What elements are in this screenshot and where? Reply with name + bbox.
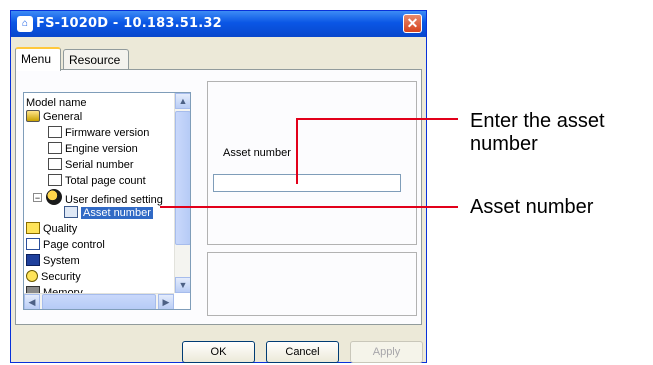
tree-item-security[interactable]: Security — [26, 269, 81, 285]
vertical-scrollbar[interactable]: ▲ ▼ — [174, 93, 190, 293]
tree-item-serial-number[interactable]: Serial number — [48, 157, 133, 173]
title-bar[interactable]: ⌂ FS-1020D - 10.183.51.32 ✕ — [11, 11, 426, 37]
scroll-up-button[interactable]: ▲ — [175, 93, 190, 109]
horizontal-scrollbar[interactable]: ◀ ▶ — [24, 293, 174, 309]
doc-icon — [48, 158, 62, 170]
vertical-scroll-thumb[interactable] — [175, 111, 190, 245]
asset-number-input[interactable] — [213, 174, 401, 192]
description-box — [207, 252, 417, 316]
tab-panel: Model name General Firmware version Engi… — [15, 69, 422, 325]
scroll-right-button[interactable]: ▶ — [158, 294, 174, 309]
ok-button[interactable]: OK — [182, 341, 255, 363]
tree-item-label: Firmware version — [65, 127, 150, 139]
security-icon — [26, 270, 38, 282]
tree-item-asset-number[interactable]: Asset number — [64, 205, 153, 221]
tree-item-label: Model name — [26, 97, 87, 109]
tree-item-label: General — [43, 111, 83, 123]
callout-leader-top — [296, 118, 458, 120]
tree-item-total-page-count[interactable]: Total page count — [48, 173, 146, 189]
tree-item-firmware-version[interactable]: Firmware version — [48, 125, 149, 141]
tab-resource[interactable]: Resource — [63, 49, 129, 69]
system-icon — [26, 254, 40, 266]
asset-icon — [64, 206, 78, 218]
tree-item-label: Security — [41, 271, 81, 283]
tree-item-label: Total page count — [65, 175, 146, 187]
close-button[interactable]: ✕ — [403, 14, 422, 33]
ver-doc-icon — [48, 142, 62, 154]
tab-menu[interactable]: Menu — [15, 47, 61, 71]
tree-item-system[interactable]: System — [26, 253, 80, 269]
callout-leader-vertical — [296, 118, 298, 184]
window-title: FS-1020D - 10.183.51.32 — [36, 16, 222, 31]
tree-item-user-defined-setting[interactable]: User defined setting — [46, 189, 163, 206]
tree-item-quality[interactable]: Quality — [26, 221, 77, 237]
asset-number-label: Asset number — [223, 147, 291, 159]
scroll-down-button[interactable]: ▼ — [175, 277, 190, 293]
horizontal-scroll-thumb[interactable] — [42, 294, 156, 309]
tree-item-label: Asset number — [81, 207, 153, 219]
settings-tree[interactable]: Model name General Firmware version Engi… — [23, 92, 191, 310]
printer-app-icon: ⌂ — [17, 16, 33, 32]
tree-item-label: System — [43, 255, 80, 267]
user-icon — [46, 189, 62, 205]
tree-item-label: Serial number — [65, 159, 134, 171]
callout-asset-number: Asset number — [470, 196, 594, 218]
collapse-toggle[interactable]: − — [33, 193, 42, 203]
tree-item-label: Engine version — [65, 143, 138, 155]
callout-enter-asset-number: Enter the asset number — [470, 110, 605, 155]
tree-item-general[interactable]: General — [26, 109, 82, 125]
tree-item-label: Page control — [43, 239, 105, 251]
properties-dialog: ⌂ FS-1020D - 10.183.51.32 ✕ Menu Resourc… — [10, 10, 427, 363]
tree-item-page-control[interactable]: Page control — [26, 237, 105, 253]
cancel-button[interactable]: Cancel — [266, 341, 339, 363]
settings-group-box: Asset number — [207, 81, 417, 245]
ver-doc-icon — [48, 126, 62, 138]
general-icon — [26, 110, 40, 122]
callout-leader-bottom — [160, 206, 458, 208]
page-control-icon — [26, 238, 40, 250]
apply-button[interactable]: Apply — [350, 341, 423, 363]
tree-item-label: Quality — [43, 223, 78, 235]
quality-icon — [26, 222, 40, 234]
tree-item-engine-version[interactable]: Engine version — [48, 141, 138, 157]
scroll-left-button[interactable]: ◀ — [24, 294, 40, 309]
doc-icon — [48, 174, 62, 186]
